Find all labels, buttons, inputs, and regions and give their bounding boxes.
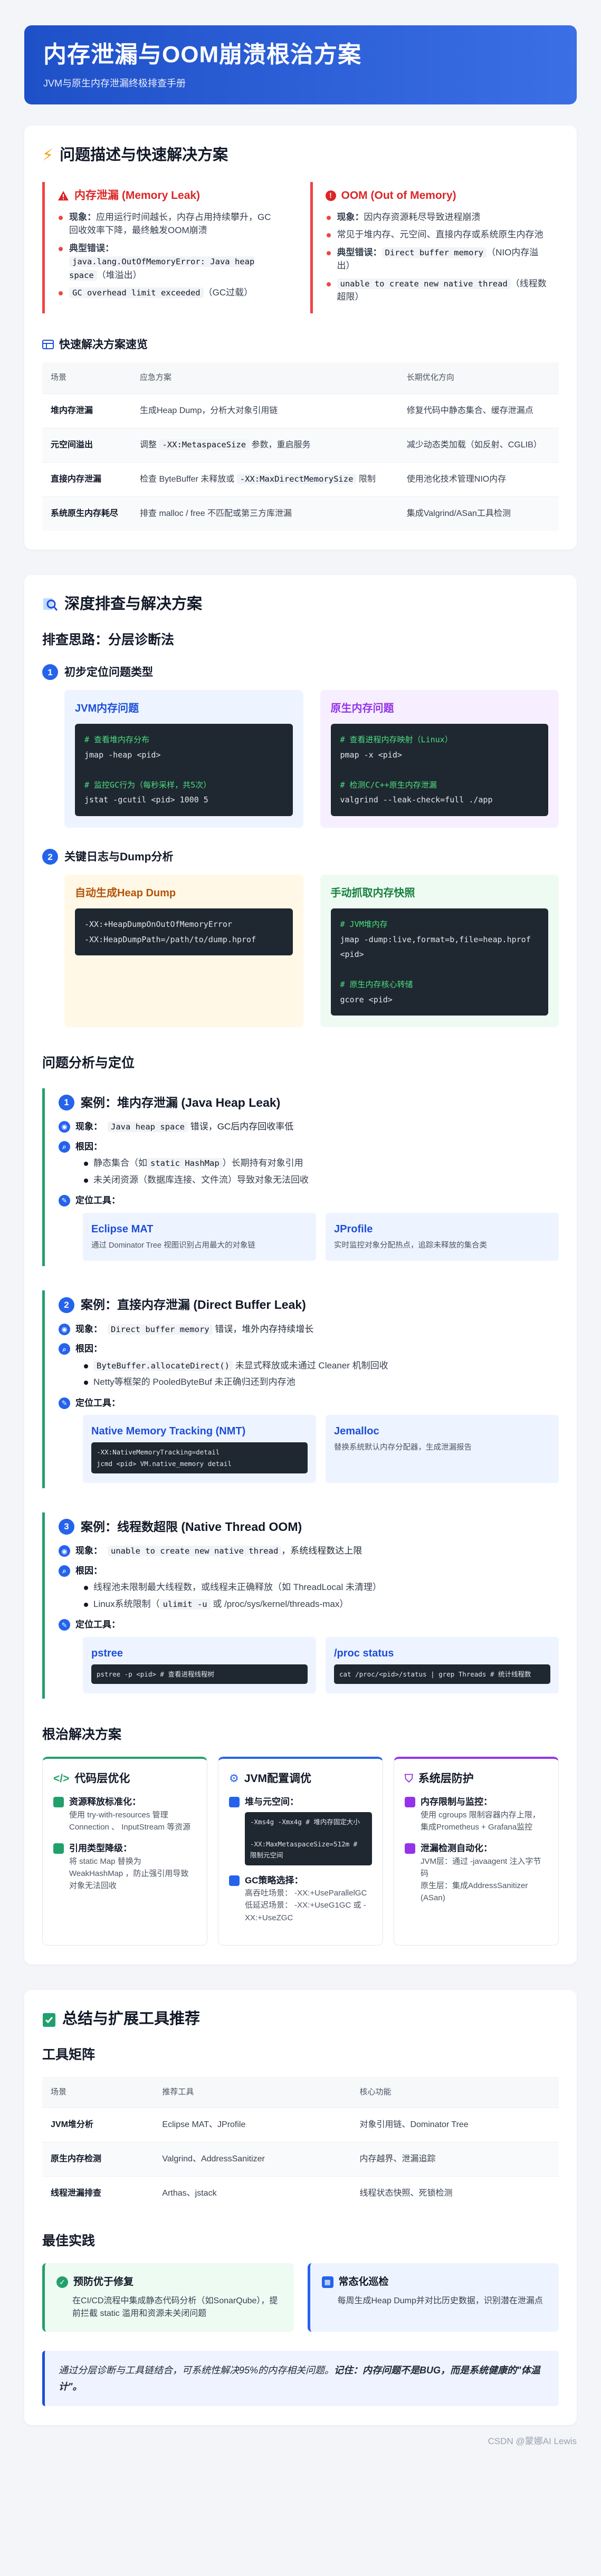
- problem-title: ⚡ 问题描述与快速解决方案: [42, 143, 559, 167]
- native-code: # 查看进程内存映射（Linux） pmap -x <pid> # 检测C/C+…: [330, 724, 548, 816]
- summary-card: 总结与扩展工具推荐 工具矩阵 场景 推荐工具 核心功能 JVM堆分析 Eclipse …: [24, 1989, 577, 2426]
- problem-columns: 内存泄漏 (Memory Leak) 现象：应用运行时间越长，内存占用持续攀升，…: [42, 182, 559, 313]
- jvm-panel: JVM内存问题 # 查看堆内存分布 jmap -heap <pid> # 监控G…: [64, 690, 303, 828]
- deep-title: 深度排查与解决方案: [42, 593, 559, 616]
- problem-card: ⚡ 问题描述与快速解决方案 内存泄漏 (Memory Leak) 现象：应用运行…: [24, 126, 577, 550]
- list-item: 常见于堆内存、元空间、直接内存或系统原生内存池: [326, 228, 548, 242]
- tool-matrix-table: 场景 推荐工具 核心功能 JVM堆分析 Eclipse MAT、JProfile 对象引…: [42, 2076, 559, 2211]
- header-banner: 内存泄漏与OOM崩溃根治方案 JVM与原生内存泄漏终极排查手册: [24, 25, 577, 104]
- list-item: GC overhead limit exceeded （GC过载）: [58, 286, 280, 300]
- quick-table-title: 快速解决方案速览: [42, 337, 559, 353]
- link-icon: [53, 1843, 64, 1854]
- table-row: 直接内存泄漏 检查 ByteBuffer 未释放或 -XX:MaxDirectM…: [42, 462, 559, 496]
- search-icon: ⌕: [59, 1141, 70, 1153]
- case-native-thread: 3 案例：线程数超限 (Native Thread OOM) ◉ 现象： unable…: [42, 1512, 559, 1699]
- tool-pstree: pstree pstree -p <pid> # 查看进程线程树: [83, 1636, 316, 1693]
- matrix-title: 工具矩阵: [42, 2047, 96, 2063]
- page: 内存泄漏与OOM崩溃根治方案 JVM与原生内存泄漏终极排查手册 ⚡ 问题描述与快…: [0, 0, 601, 2469]
- tool-icon: ✎: [59, 1397, 70, 1409]
- table-row: 元空间溢出 调整 -XX:MetaspaceSize 参数，重启服务 减少动态类…: [42, 427, 559, 462]
- gear-icon: ⚙: [229, 1772, 239, 1785]
- list-item: 现象：因内存资源耗尽导致进程崩溃: [326, 210, 548, 224]
- auto-dump-panel: 自动生成Heap Dump -XX:+HeapDumpOnOutOfMemory…: [64, 875, 303, 1027]
- strategy-columns: </> 代码层优化 资源释放标准化： 使用 try-with-resources 管…: [42, 1756, 559, 1946]
- tool-mat: Eclipse MAT 通过 Dominator Tree 视图识别占用最大的对象…: [83, 1212, 316, 1261]
- table-row: 堆内存泄漏 生成Heap Dump，分析大对象引用链 修复代码中静态集合、缓存泄漏点: [42, 393, 559, 428]
- table-row: 原生内存检测 Valgrind、AddressSanitizer 内存越界、泄漏追踪: [42, 2142, 559, 2177]
- robot-icon: [405, 1843, 415, 1854]
- chart-icon: [405, 1797, 415, 1807]
- eye-icon: ◉: [59, 1121, 70, 1133]
- oom-box: ! OOM (Out of Memory) 现象：因内存资源耗尽导致进程崩溃 常…: [310, 182, 559, 313]
- calendar-icon: ▦: [321, 2276, 333, 2288]
- best-practices: ✓ 预防优于修复 在CI/CD流程中集成静态代码分析（如SonarQube），提前…: [42, 2263, 559, 2332]
- strategy-title: 根治解决方案: [42, 1727, 122, 1742]
- best-prevent: ✓ 预防优于修复 在CI/CD流程中集成静态代码分析（如SonarQube），提前…: [42, 2263, 294, 2332]
- strategy-code: </> 代码层优化 资源释放标准化： 使用 try-with-resources 管…: [42, 1756, 207, 1946]
- analysis-title: 问题分析与定位: [42, 1056, 135, 1070]
- watermark: CSDN @蒙娜AI Lewis: [488, 2436, 577, 2447]
- warning-icon: [58, 190, 69, 200]
- manual-dump-panel: 手动抓取内存快照 # JVM堆内存 jmap -dump:live,format…: [320, 875, 559, 1027]
- list-item: unable to create new native thread （线程数超限…: [326, 277, 548, 304]
- search-icon: ⌕: [59, 1343, 70, 1355]
- lightning-icon: ⚡: [42, 147, 54, 164]
- table-row: 线程泄漏排查 Arthas、jstack 线程状态快照、死锁检测: [42, 2176, 559, 2211]
- table-row: 系统原生内存耗尽 排查 malloc / free 不匹配或第三方库泄漏 集成Val…: [42, 496, 559, 531]
- step-1: 1 初步定位问题类型: [42, 664, 559, 681]
- case-heap-leak: 1 案例：堆内存泄漏 (Java Heap Leak) ◉ 现象： Java heap…: [42, 1088, 559, 1267]
- check-icon: [53, 1797, 64, 1807]
- quick-solution-table: 场景 应急方案 长期优化方向 堆内存泄漏 生成Heap Dump，分析大对象引用链…: [42, 362, 559, 531]
- eye-icon: ◉: [59, 1545, 70, 1557]
- jvm-code: # 查看堆内存分布 jmap -heap <pid> # 监控GC行为（每秒采样…: [75, 724, 293, 816]
- cog-icon: [229, 1875, 240, 1886]
- shield-icon: ⛉: [405, 1772, 413, 1785]
- best-title: 最佳实践: [42, 2234, 96, 2249]
- best-routine: ▦ 常态化巡检 每周生成Heap Dump并对比历史数据，识别潜在泄漏点: [307, 2263, 559, 2332]
- summary-title: 总结与扩展工具推荐: [42, 2008, 559, 2031]
- eye-icon: ◉: [59, 1323, 70, 1335]
- memory-icon: [229, 1797, 240, 1807]
- deep-card: 深度排查与解决方案 排查思路：分层诊断法 1 初步定位问题类型 JVM内存问题 #…: [24, 574, 577, 1965]
- list-item: 典型错误： Direct buffer memory （NIO内存溢出）: [326, 246, 548, 273]
- native-panel: 原生内存问题 # 查看进程内存映射（Linux） pmap -x <pid> #…: [320, 690, 559, 828]
- alert-circle-icon: !: [325, 190, 336, 201]
- table-icon: [42, 340, 54, 350]
- check-circle-icon: ✓: [56, 2276, 68, 2288]
- tool-jprofile: JProfile 实时监控对象分配热点，追踪未释放的集合类: [326, 1212, 559, 1261]
- magnifier-icon: [43, 598, 58, 611]
- tool-nmt: Native Memory Tracking (NMT) -XX:NativeMe…: [83, 1415, 316, 1483]
- step-2: 2 关键日志与Dump分析: [42, 849, 559, 866]
- list-item: 典型错误： java.lang.OutOfMemoryError: Java he…: [58, 242, 280, 282]
- leak-list: 现象：应用运行时间越长，内存占用持续攀升，GC回收效率下降，最终触发OOM崩溃 …: [58, 210, 280, 300]
- tool-icon: ✎: [59, 1619, 70, 1631]
- search-icon: ⌕: [59, 1565, 70, 1577]
- oom-list: 现象：因内存资源耗尽导致进程崩溃 常见于堆内存、元空间、直接内存或系统原生内存池…: [326, 210, 548, 304]
- page-subtitle: JVM与原生内存泄漏终极排查手册: [43, 78, 186, 89]
- deep-subtitle: 排查思路：分层诊断法: [42, 633, 175, 647]
- strategy-jvm: ⚙ JVM配置调优 堆与元空间： -Xms4g -Xmx4g # 堆内存固定大小 -…: [218, 1756, 383, 1946]
- memory-leak-box: 内存泄漏 (Memory Leak) 现象：应用运行时间越长，内存占用持续攀升，…: [42, 182, 291, 313]
- summary-quote: 通过分层诊断与工具链结合，可系统性解决95%的内存相关问题。记住：内存问题不是B…: [42, 2351, 559, 2407]
- table-row: JVM堆分析 Eclipse MAT、JProfile 对象引用链、Dominato…: [42, 2108, 559, 2142]
- tool-proc-status: /proc status cat /proc/<pid>/status | gre…: [326, 1636, 559, 1693]
- clipboard-check-icon: [43, 2013, 55, 2027]
- case-direct-buffer: 2 案例：直接内存泄漏 (Direct Buffer Leak) ◉ 现象： Dire…: [42, 1290, 559, 1488]
- page-title: 内存泄漏与OOM崩溃根治方案: [43, 42, 362, 68]
- tool-jemalloc: Jemalloc 替换系统默认内存分配器，生成泄漏报告: [326, 1415, 559, 1483]
- strategy-system: ⛉ 系统层防护 内存限制与监控： 使用 cgroups 限制容器内存上限，集成Pro…: [394, 1756, 559, 1946]
- tool-icon: ✎: [59, 1195, 70, 1206]
- code-icon: </>: [53, 1772, 70, 1785]
- list-item: 现象：应用运行时间越长，内存占用持续攀升，GC回收效率下降，最终触发OOM崩溃: [58, 210, 280, 237]
